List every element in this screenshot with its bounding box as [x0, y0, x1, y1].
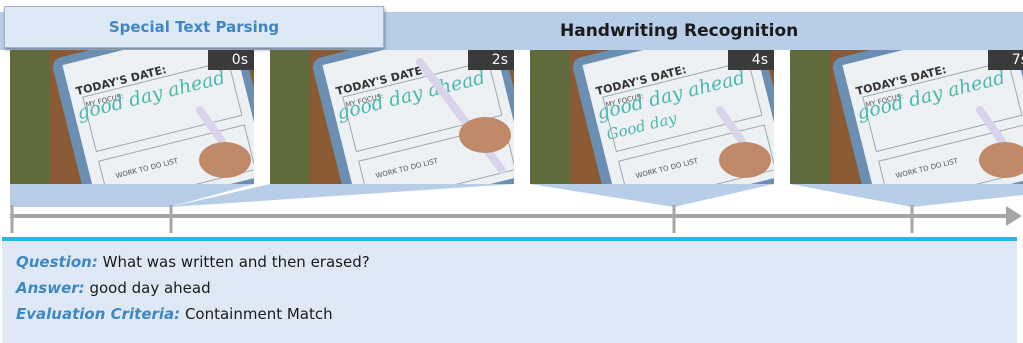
answer-label: Answer:	[16, 279, 85, 297]
criteria-line: Evaluation Criteria: Containment Match	[16, 305, 333, 323]
question-label: Question:	[16, 253, 98, 271]
criteria-text: Containment Match	[184, 305, 333, 323]
question-text: What was written and then erased?	[102, 253, 370, 271]
criteria-label: Evaluation Criteria:	[16, 305, 181, 323]
frame-connector	[790, 184, 1023, 207]
timeline	[10, 184, 1023, 233]
qa-panel: Question: What was written and then eras…	[2, 237, 1017, 343]
answer-line: Answer: good day ahead	[16, 279, 211, 297]
frame-connector	[530, 184, 774, 207]
timeline-arrowhead	[1006, 206, 1022, 226]
answer-text: good day ahead	[89, 279, 211, 297]
question-line: Question: What was written and then eras…	[16, 253, 370, 271]
